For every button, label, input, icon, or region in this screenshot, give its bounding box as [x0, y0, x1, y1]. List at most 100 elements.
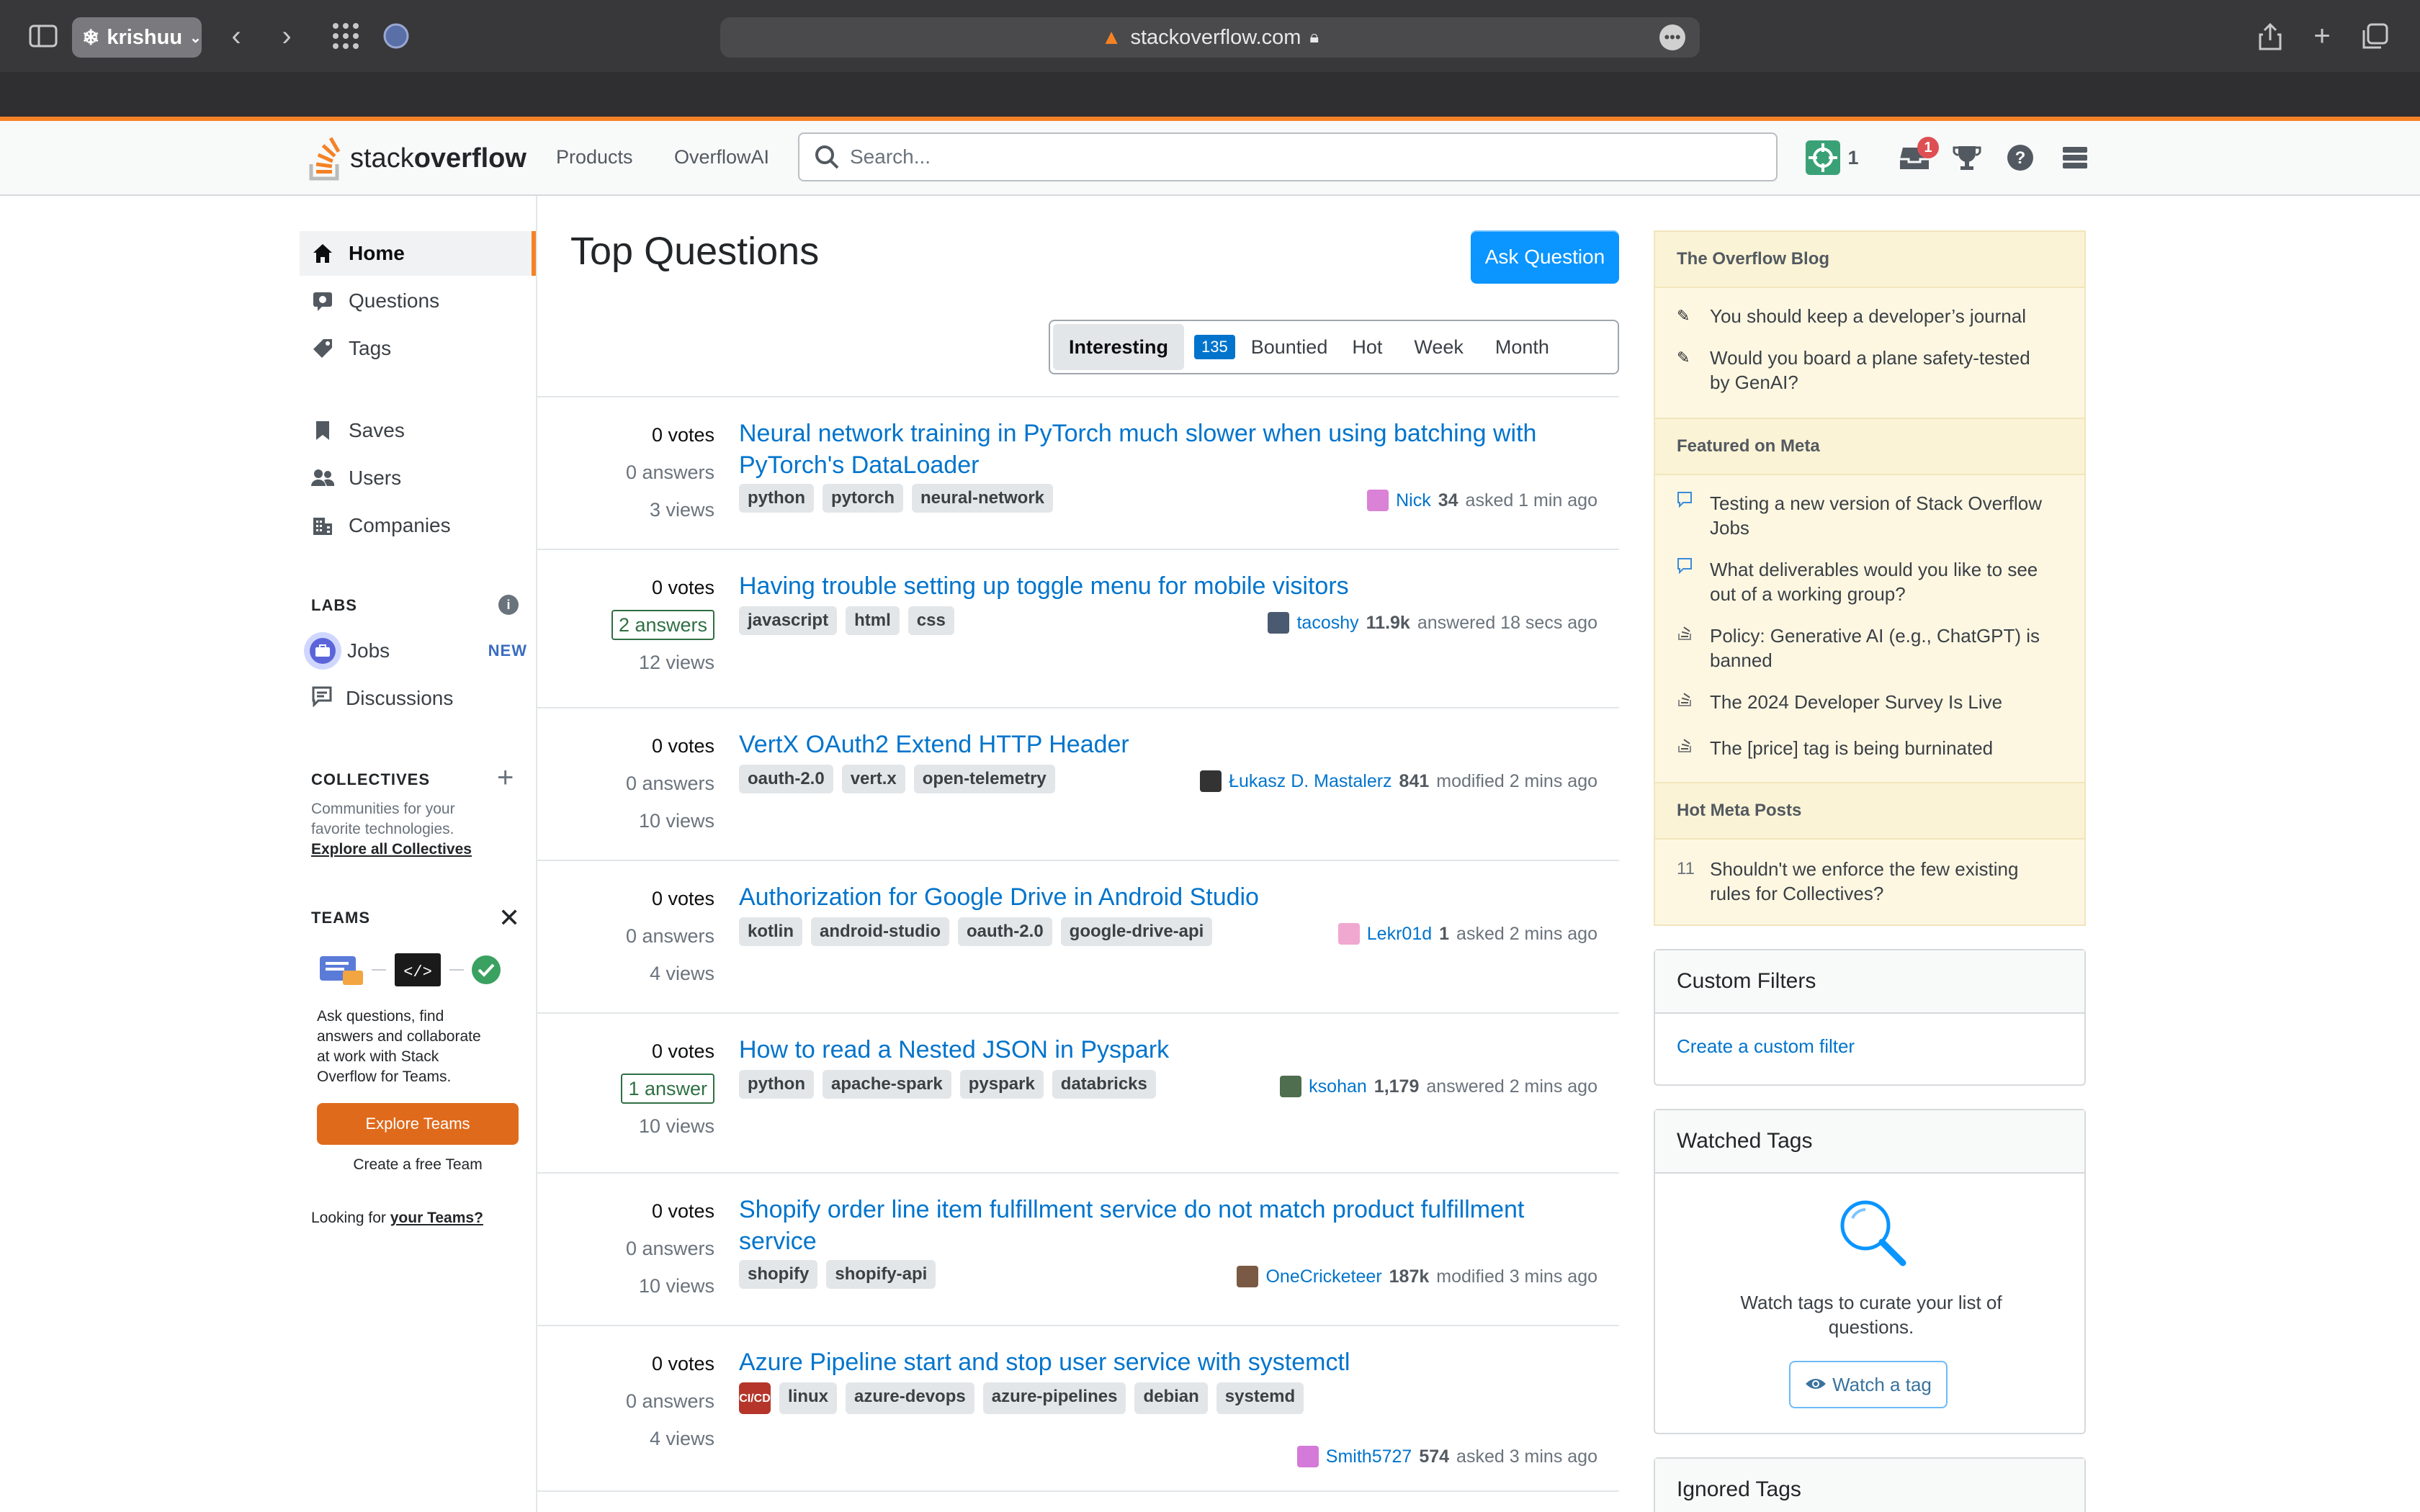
- tag-chip[interactable]: systemd: [1216, 1382, 1304, 1414]
- meta-item[interactable]: The [price] tag is being burninated: [1655, 736, 2084, 782]
- address-bar[interactable]: ▲ stackoverflow.com 🔒︎ •••: [720, 17, 1700, 58]
- tag-chip[interactable]: python: [739, 1070, 814, 1099]
- tag-chip[interactable]: shopify-api: [826, 1260, 936, 1289]
- question-title-link[interactable]: Azure Pipeline start and stop user servi…: [739, 1346, 1625, 1378]
- products-link[interactable]: Products: [556, 143, 633, 171]
- create-free-team-link[interactable]: Create a free Team: [317, 1156, 519, 1174]
- share-icon[interactable]: [2250, 16, 2290, 56]
- tab-overview-icon[interactable]: [2355, 16, 2396, 56]
- tag-chip[interactable]: apache-spark: [822, 1070, 951, 1099]
- avatar[interactable]: [1280, 1076, 1302, 1097]
- tag-chip[interactable]: shopify: [739, 1260, 818, 1289]
- watch-a-tag-button[interactable]: Watch a tag: [1789, 1361, 1948, 1408]
- new-tab-icon[interactable]: +: [2302, 16, 2342, 56]
- stackoverflow-logo[interactable]: stackoverflow: [308, 130, 526, 187]
- activity-time[interactable]: modified 2 mins ago: [1436, 771, 1597, 792]
- tag-chip[interactable]: pyspark: [959, 1070, 1044, 1099]
- labs-info-icon[interactable]: i: [498, 595, 519, 615]
- user-link[interactable]: tacoshy: [1296, 613, 1358, 634]
- user-link[interactable]: OneCricketeer: [1265, 1266, 1381, 1287]
- tab-interesting[interactable]: Interesting: [1053, 324, 1185, 370]
- question-title-link[interactable]: Neural network training in PyTorch much …: [739, 418, 1625, 481]
- question-title-link[interactable]: Shopify order line item fulfillment serv…: [739, 1194, 1625, 1257]
- tag-chip[interactable]: azure-devops: [846, 1382, 974, 1414]
- tag-chip[interactable]: android-studio: [811, 917, 949, 946]
- blog-item[interactable]: ✎ You should keep a developer’s journal: [1655, 304, 2084, 346]
- user-link[interactable]: ksohan: [1309, 1076, 1367, 1097]
- tag-chip[interactable]: oauth-2.0: [739, 765, 833, 793]
- avatar[interactable]: [1367, 490, 1389, 511]
- question-title-link[interactable]: VertX OAuth2 Extend HTTP Header: [739, 729, 1625, 760]
- meta-item[interactable]: The 2024 Developer Survey Is Live: [1655, 690, 2084, 736]
- tag-chip[interactable]: css: [908, 606, 954, 635]
- question-title-link[interactable]: Having trouble setting up toggle menu fo…: [739, 570, 1625, 602]
- tag-chip[interactable]: oauth-2.0: [957, 917, 1052, 946]
- avatar[interactable]: [1296, 1446, 1319, 1467]
- nav-jobs[interactable]: Jobs NEW: [304, 631, 527, 671]
- add-collective-icon[interactable]: +: [497, 762, 514, 794]
- avatar[interactable]: [1200, 770, 1222, 792]
- nav-home[interactable]: Home: [300, 231, 536, 276]
- ask-question-button[interactable]: Ask Question: [1471, 230, 1619, 284]
- tag-chip[interactable]: databricks: [1052, 1070, 1156, 1099]
- tag-chip[interactable]: open-telemetry: [913, 765, 1055, 793]
- meta-item[interactable]: What deliverables would you like to see o…: [1655, 557, 2084, 624]
- extensions-grid-icon[interactable]: [324, 16, 367, 56]
- activity-time[interactable]: modified 3 mins ago: [1436, 1266, 1597, 1287]
- user-link[interactable]: Lekr01d: [1367, 924, 1432, 945]
- activity-time[interactable]: asked 3 mins ago: [1456, 1446, 1597, 1467]
- inbox-icon[interactable]: 1: [1894, 137, 1939, 176]
- tag-chip[interactable]: kotlin: [739, 917, 802, 946]
- tag-chip[interactable]: linux: [779, 1382, 838, 1414]
- tab-month[interactable]: Month: [1479, 324, 1565, 370]
- tag-chip[interactable]: debian: [1134, 1382, 1208, 1414]
- avatar[interactable]: [1337, 923, 1360, 945]
- overflowai-link[interactable]: OverflowAI: [674, 143, 769, 171]
- tab-bountied[interactable]: 135 Bountied: [1184, 324, 1336, 370]
- create-custom-filter-link[interactable]: Create a custom filter: [1655, 1014, 2084, 1079]
- avatar[interactable]: [1237, 1266, 1259, 1287]
- your-teams-link[interactable]: your Teams?: [390, 1210, 483, 1226]
- tag-chip[interactable]: pytorch: [822, 484, 903, 513]
- profile-switcher[interactable]: ❄ krishuu ⌄: [72, 17, 202, 58]
- question-title-link[interactable]: How to read a Nested JSON in Pyspark: [739, 1034, 1625, 1066]
- site-switcher-icon[interactable]: [2057, 140, 2093, 176]
- tag-chip[interactable]: javascript: [739, 606, 838, 635]
- nav-discussions[interactable]: Discussions: [311, 678, 453, 719]
- tag-chip[interactable]: vert.x: [841, 765, 905, 793]
- nav-users[interactable]: Users: [300, 456, 536, 500]
- back-icon[interactable]: ‹: [216, 16, 256, 56]
- more-options-icon[interactable]: •••: [1659, 24, 1685, 50]
- activity-time[interactable]: asked 2 mins ago: [1456, 924, 1597, 945]
- avatar[interactable]: [1268, 612, 1290, 634]
- achievements-icon[interactable]: [1949, 140, 1985, 176]
- nav-saves[interactable]: Saves: [300, 408, 536, 453]
- nav-questions[interactable]: Questions: [300, 279, 536, 323]
- close-teams-icon[interactable]: ✕: [498, 903, 520, 933]
- collective-badge[interactable]: CI/CD: [739, 1382, 771, 1414]
- blog-item[interactable]: ✎ Would you board a plane safety-tested b…: [1655, 346, 2084, 418]
- reputation-indicator[interactable]: 1: [1803, 140, 1861, 176]
- search-input[interactable]: Search...: [798, 132, 1778, 181]
- user-link[interactable]: Łukasz D. Mastalerz: [1229, 771, 1392, 792]
- tag-chip[interactable]: neural-network: [912, 484, 1054, 513]
- activity-time[interactable]: answered 18 secs ago: [1417, 613, 1597, 634]
- tag-chip[interactable]: python: [739, 484, 814, 513]
- meta-item[interactable]: Testing a new version of Stack Overflow J…: [1655, 491, 2084, 557]
- tab-week[interactable]: Week: [1398, 324, 1479, 370]
- tab-hot[interactable]: Hot: [1336, 324, 1398, 370]
- nav-companies[interactable]: Companies: [300, 503, 536, 548]
- user-link[interactable]: Nick: [1396, 490, 1431, 511]
- sidebar-toggle-icon[interactable]: [22, 16, 65, 56]
- tag-chip[interactable]: google-drive-api: [1060, 917, 1213, 946]
- question-title-link[interactable]: Authorization for Google Drive in Androi…: [739, 881, 1625, 913]
- explore-teams-button[interactable]: Explore Teams: [317, 1103, 519, 1145]
- help-icon[interactable]: ?: [2002, 140, 2038, 176]
- extension-globe-icon[interactable]: [375, 16, 418, 56]
- meta-item[interactable]: Policy: Generative AI (e.g., ChatGPT) is…: [1655, 624, 2084, 690]
- hot-meta-item[interactable]: 11 Shouldn't we enforce the few existing…: [1655, 857, 2084, 906]
- activity-time[interactable]: answered 2 mins ago: [1426, 1076, 1597, 1097]
- tag-chip[interactable]: html: [846, 606, 900, 635]
- forward-icon[interactable]: ›: [266, 16, 307, 56]
- explore-collectives-link[interactable]: Explore all Collectives: [311, 841, 472, 858]
